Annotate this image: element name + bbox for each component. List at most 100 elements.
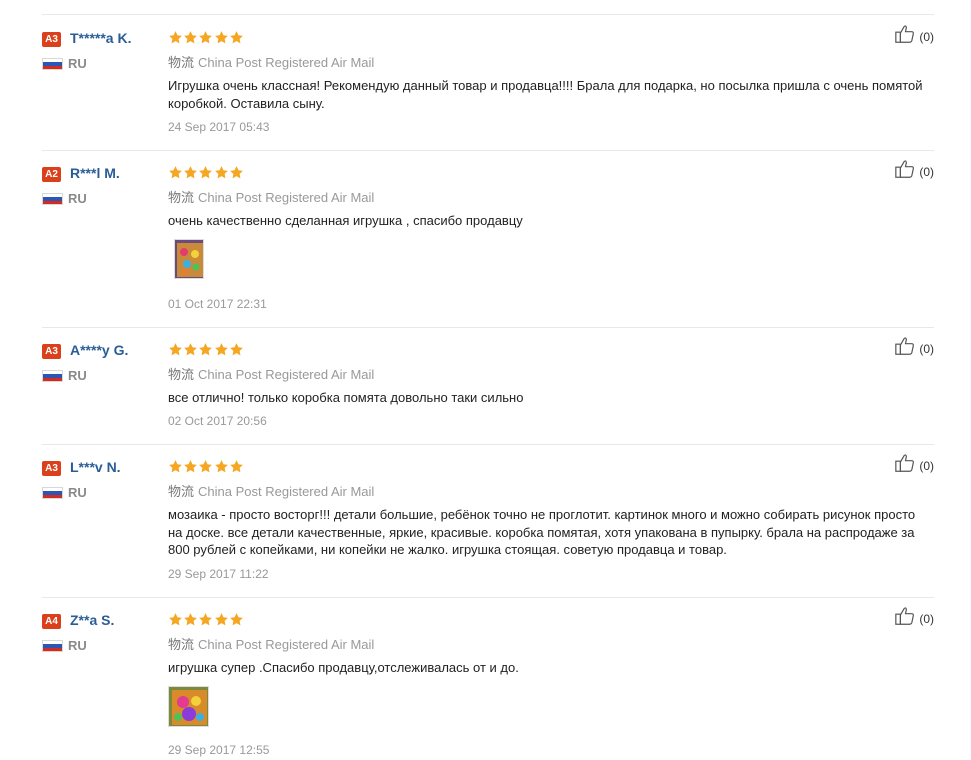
review-photo-thumbnail[interactable] <box>168 686 209 727</box>
russia-flag-icon <box>42 640 63 652</box>
shipping-method: 物流 China Post Registered Air Mail <box>168 187 374 206</box>
helpful-vote[interactable]: (0) <box>894 335 934 362</box>
thumbs-up-icon[interactable] <box>894 158 916 185</box>
helpful-vote[interactable]: (0) <box>894 605 934 632</box>
star-icon <box>229 30 244 46</box>
review-text: Игрушка очень классная! Рекомендую данны… <box>168 78 923 111</box>
helpful-count: (0) <box>919 341 934 356</box>
shipping-label: 物流 <box>168 190 195 205</box>
star-icon <box>229 342 244 358</box>
star-rating <box>168 612 244 628</box>
russia-flag-icon <box>42 193 63 205</box>
shipping-name: China Post Registered Air Mail <box>198 367 375 382</box>
thumbs-up-icon[interactable] <box>894 23 916 50</box>
star-rating <box>168 165 244 181</box>
shipping-name: China Post Registered Air Mail <box>198 637 375 652</box>
star-icon <box>183 459 198 475</box>
star-rating <box>168 459 244 475</box>
country-code: RU <box>68 485 87 500</box>
buyer-level-badge: A3 <box>42 344 61 359</box>
shipping-label: 物流 <box>168 484 195 499</box>
buyer-level-badge: A3 <box>42 32 61 47</box>
star-icon <box>183 612 198 628</box>
star-icon <box>168 30 183 46</box>
star-icon <box>183 165 198 181</box>
review-item: A4 Z**a S. RU 物流 China Post Registered Ai… <box>42 607 934 760</box>
thumbs-up-icon[interactable] <box>894 605 916 632</box>
reviewer-name-link[interactable]: T*****a K. <box>70 30 131 46</box>
star-icon <box>168 165 183 181</box>
buyer-level-badge: A2 <box>42 167 61 182</box>
star-rating <box>168 342 244 358</box>
star-icon <box>168 342 183 358</box>
russia-flag-icon <box>42 487 63 499</box>
review-date: 01 Oct 2017 22:31 <box>168 297 267 311</box>
helpful-count: (0) <box>919 611 934 626</box>
helpful-vote[interactable]: (0) <box>894 23 934 50</box>
review-item: A3 T*****a K. RU 物流 China Post Registered… <box>42 25 934 151</box>
country-code: RU <box>68 56 87 71</box>
shipping-name: China Post Registered Air Mail <box>198 484 375 499</box>
star-icon <box>198 30 213 46</box>
helpful-count: (0) <box>919 458 934 473</box>
buyer-level-badge: A3 <box>42 461 61 476</box>
shipping-label: 物流 <box>168 367 195 382</box>
star-icon <box>214 30 229 46</box>
star-icon <box>198 342 213 358</box>
star-icon <box>229 459 244 475</box>
review-item: A3 A****y G. RU 物流 China Post Registered … <box>42 337 934 445</box>
shipping-method: 物流 China Post Registered Air Mail <box>168 52 374 71</box>
divider <box>42 150 934 151</box>
divider <box>42 14 934 15</box>
shipping-method: 物流 China Post Registered Air Mail <box>168 364 374 383</box>
helpful-vote[interactable]: (0) <box>894 158 934 185</box>
shipping-method: 物流 China Post Registered Air Mail <box>168 634 374 653</box>
thumbs-up-icon[interactable] <box>894 452 916 479</box>
star-icon <box>214 459 229 475</box>
review-text: все отлично! только коробка помята довол… <box>168 390 524 405</box>
russia-flag-icon <box>42 370 63 382</box>
star-icon <box>198 612 213 628</box>
review-item: A2 R***l M. RU 物流 China Post Registered A… <box>42 160 934 328</box>
star-icon <box>183 30 198 46</box>
star-icon <box>214 612 229 628</box>
reviewer-name-link[interactable]: R***l M. <box>70 165 120 181</box>
divider <box>42 327 934 328</box>
shipping-label: 物流 <box>168 637 195 652</box>
review-text: игрушка супер .Спасибо продавцу,отслежив… <box>168 660 519 675</box>
review-list: A3 T*****a K. RU 物流 China Post Registered… <box>0 0 971 760</box>
review-date: 24 Sep 2017 05:43 <box>168 120 270 134</box>
buyer-level-badge: A4 <box>42 614 61 629</box>
star-icon <box>214 165 229 181</box>
reviewer-name-link[interactable]: A****y G. <box>70 342 128 358</box>
shipping-name: China Post Registered Air Mail <box>198 190 375 205</box>
russia-flag-icon <box>42 58 63 70</box>
star-icon <box>168 612 183 628</box>
star-icon <box>183 342 198 358</box>
star-icon <box>229 165 244 181</box>
helpful-count: (0) <box>919 29 934 44</box>
helpful-vote[interactable]: (0) <box>894 452 934 479</box>
reviewer-name-link[interactable]: Z**a S. <box>70 612 114 628</box>
country-code: RU <box>68 368 87 383</box>
review-date: 29 Sep 2017 12:55 <box>168 743 270 757</box>
review-date: 02 Oct 2017 20:56 <box>168 414 267 428</box>
star-rating <box>168 30 244 46</box>
star-icon <box>198 459 213 475</box>
shipping-method: 物流 China Post Registered Air Mail <box>168 481 374 500</box>
shipping-label: 物流 <box>168 55 195 70</box>
review-text: мозаика - просто восторг!!! детали больш… <box>168 507 916 557</box>
star-icon <box>198 165 213 181</box>
helpful-count: (0) <box>919 164 934 179</box>
country-code: RU <box>68 191 87 206</box>
review-item: A3 L***v N. RU 物流 China Post Registered A… <box>42 454 934 598</box>
review-date: 29 Sep 2017 11:22 <box>168 567 269 581</box>
divider <box>42 444 934 445</box>
review-photo-thumbnail[interactable] <box>174 239 204 279</box>
star-icon <box>229 612 244 628</box>
thumbs-up-icon[interactable] <box>894 335 916 362</box>
divider <box>42 597 934 598</box>
reviewer-name-link[interactable]: L***v N. <box>70 459 121 475</box>
review-text: очень качественно сделанная игрушка , сп… <box>168 213 523 228</box>
shipping-name: China Post Registered Air Mail <box>198 55 375 70</box>
